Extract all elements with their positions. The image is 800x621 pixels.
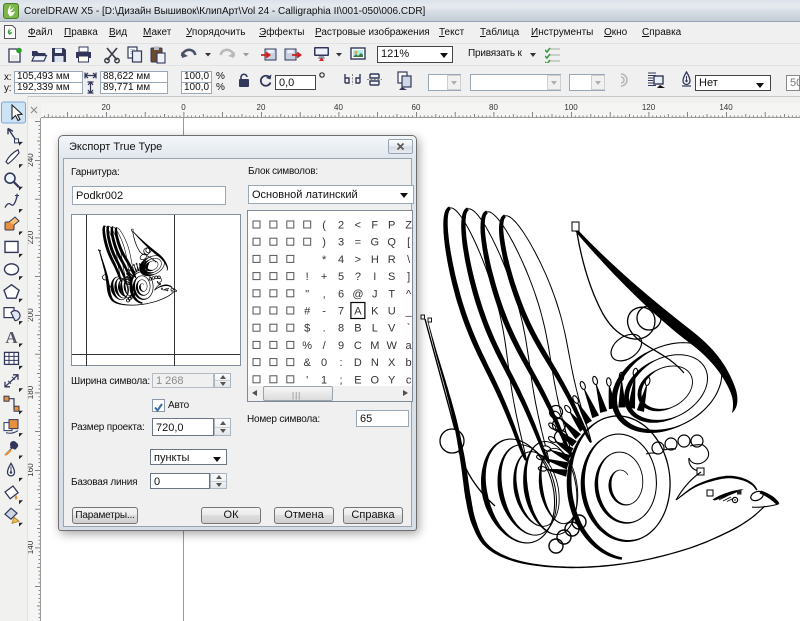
svg-text:9: 9 — [338, 340, 344, 352]
svg-text:J: J — [372, 288, 378, 300]
svg-text:60: 60 — [412, 103, 421, 112]
svg-text:(: ( — [322, 220, 326, 232]
svg-text:,: , — [323, 288, 326, 300]
svg-text:[: [ — [407, 237, 410, 249]
svg-text:P: P — [388, 220, 395, 232]
svg-text:c: c — [406, 374, 412, 386]
svg-text:": " — [305, 288, 309, 300]
svg-text:Q: Q — [387, 237, 396, 249]
svg-text:=: = — [355, 237, 361, 249]
svg-text:Z: Z — [405, 220, 412, 232]
svg-text:E: E — [354, 374, 361, 386]
svg-text:_: _ — [405, 306, 412, 318]
svg-text:': ' — [306, 374, 308, 386]
svg-text:U: U — [388, 306, 396, 318]
svg-text:L: L — [372, 323, 378, 335]
svg-text:K: K — [371, 306, 379, 318]
svg-text:V: V — [388, 323, 396, 335]
svg-text:-: - — [322, 306, 326, 318]
svg-text:H: H — [371, 254, 379, 266]
svg-text:4: 4 — [338, 254, 344, 266]
svg-text:120: 120 — [642, 103, 656, 112]
svg-text::: : — [339, 357, 342, 369]
svg-text:N: N — [371, 357, 379, 369]
svg-text:8: 8 — [338, 323, 344, 335]
svg-text:b: b — [406, 357, 412, 369]
svg-text:M: M — [370, 340, 379, 352]
svg-text:W: W — [387, 340, 398, 352]
svg-text:6: 6 — [338, 288, 344, 300]
svg-text:S: S — [388, 271, 395, 283]
svg-text:@: @ — [352, 288, 363, 300]
svg-text:140: 140 — [719, 103, 733, 112]
svg-text:3: 3 — [338, 237, 344, 249]
svg-text:C: C — [354, 340, 362, 352]
svg-text:]: ] — [407, 271, 410, 283]
svg-text:X: X — [388, 357, 396, 369]
svg-text:20: 20 — [257, 103, 266, 112]
svg-text:B: B — [354, 323, 361, 335]
svg-text:*: * — [322, 254, 327, 266]
svg-text:7: 7 — [338, 306, 344, 318]
svg-text:$: $ — [304, 323, 310, 335]
svg-text:;: ; — [339, 374, 342, 386]
svg-text:\: \ — [407, 254, 411, 266]
svg-text:D: D — [354, 357, 362, 369]
svg-text:/: / — [323, 340, 327, 352]
svg-text:R: R — [388, 254, 396, 266]
svg-text:`: ` — [407, 323, 411, 335]
svg-text:T: T — [388, 288, 395, 300]
svg-text:^: ^ — [406, 288, 412, 300]
svg-text:): ) — [322, 237, 326, 249]
svg-text:5: 5 — [338, 271, 344, 283]
svg-text:A: A — [354, 306, 362, 318]
svg-text:I: I — [373, 271, 376, 283]
svg-text:#: # — [304, 306, 311, 318]
svg-text:&: & — [304, 357, 312, 369]
svg-text:A: A — [5, 328, 18, 347]
svg-text:!: ! — [306, 271, 309, 283]
svg-text:80: 80 — [489, 103, 498, 112]
svg-text:100: 100 — [564, 103, 578, 112]
svg-text:F: F — [371, 220, 378, 232]
svg-text:a: a — [406, 340, 412, 352]
svg-text:<: < — [355, 220, 361, 232]
svg-text:>: > — [355, 254, 361, 266]
svg-text:Y: Y — [388, 374, 396, 386]
svg-text:0: 0 — [321, 357, 327, 369]
svg-text:?: ? — [355, 271, 361, 283]
svg-text:0: 0 — [181, 103, 186, 112]
svg-text:20: 20 — [102, 103, 111, 112]
svg-text:+: + — [321, 271, 327, 283]
svg-text:1: 1 — [321, 374, 327, 386]
svg-text:2: 2 — [338, 220, 344, 232]
svg-text:40: 40 — [334, 103, 343, 112]
svg-text:.: . — [323, 323, 326, 335]
svg-text:G: G — [371, 237, 380, 249]
svg-text:O: O — [371, 374, 380, 386]
svg-text:%: % — [302, 340, 312, 352]
